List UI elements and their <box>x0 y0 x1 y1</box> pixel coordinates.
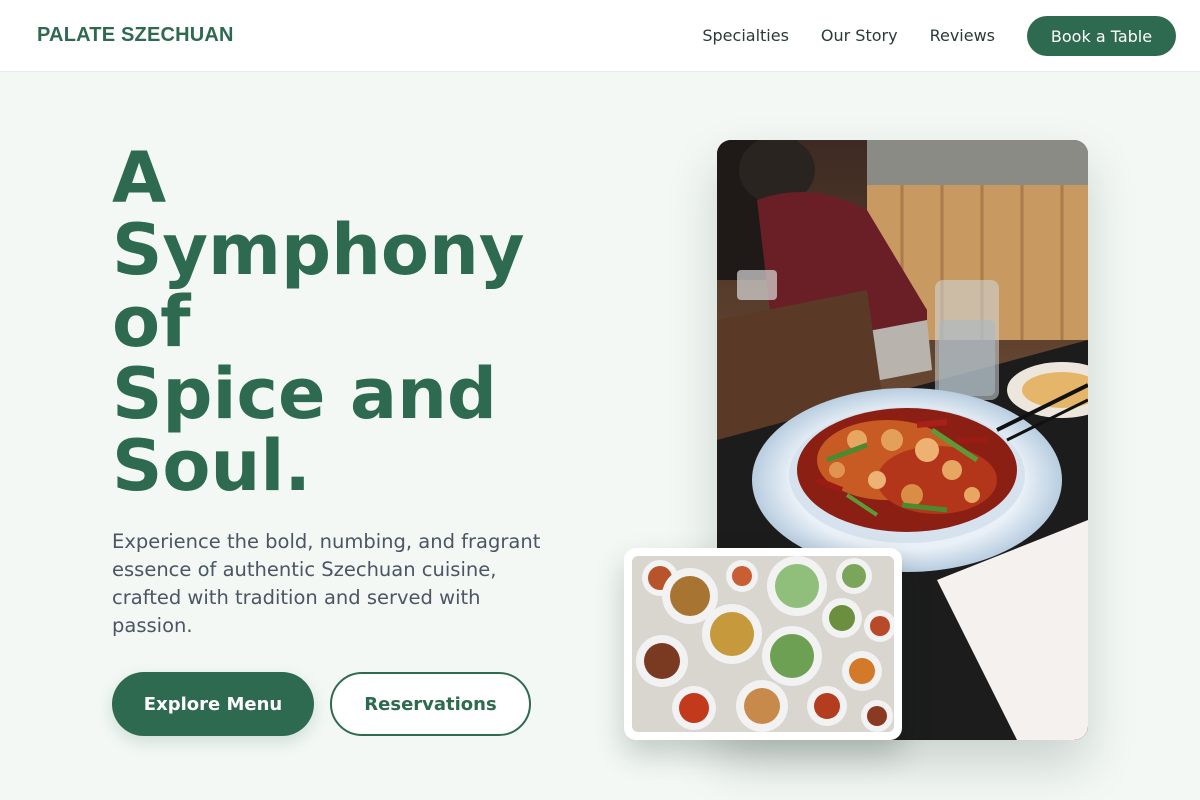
hero-subtitle: Experience the bold, numbing, and fragra… <box>112 528 572 640</box>
hero-title-line: Spice and <box>112 353 498 435</box>
hero-subtitle-line: essence of authentic Szechuan cuisine, <box>112 558 497 581</box>
hero-inset-photo <box>624 548 902 740</box>
hero-title-line: A <box>112 137 167 219</box>
hero-title: A Symphony of Spice and Soul. <box>112 142 572 502</box>
nav-link-reviews[interactable]: Reviews <box>930 16 995 56</box>
main-nav: Specialties Our Story Reviews Book a Tab… <box>702 16 1176 56</box>
explore-menu-button[interactable]: Explore Menu <box>112 672 314 736</box>
hero-subtitle-line: passion. <box>112 614 193 637</box>
table-spread-illustration <box>632 556 894 732</box>
site-header: PALATE SZECHUAN Specialties Our Story Re… <box>0 0 1200 72</box>
hero-title-line: of <box>112 281 191 363</box>
hero-subtitle-line: crafted with tradition and served with <box>112 586 481 609</box>
hero-subtitle-line: Experience the bold, numbing, and fragra… <box>112 530 541 553</box>
hero-title-line: Symphony <box>112 209 525 291</box>
brand-logo[interactable]: PALATE SZECHUAN <box>37 24 234 47</box>
reservations-button[interactable]: Reservations <box>330 672 531 736</box>
nav-link-our-story[interactable]: Our Story <box>821 16 898 56</box>
book-table-button[interactable]: Book a Table <box>1027 16 1176 56</box>
nav-link-specialties[interactable]: Specialties <box>702 16 789 56</box>
hero-title-line: Soul. <box>112 425 311 507</box>
